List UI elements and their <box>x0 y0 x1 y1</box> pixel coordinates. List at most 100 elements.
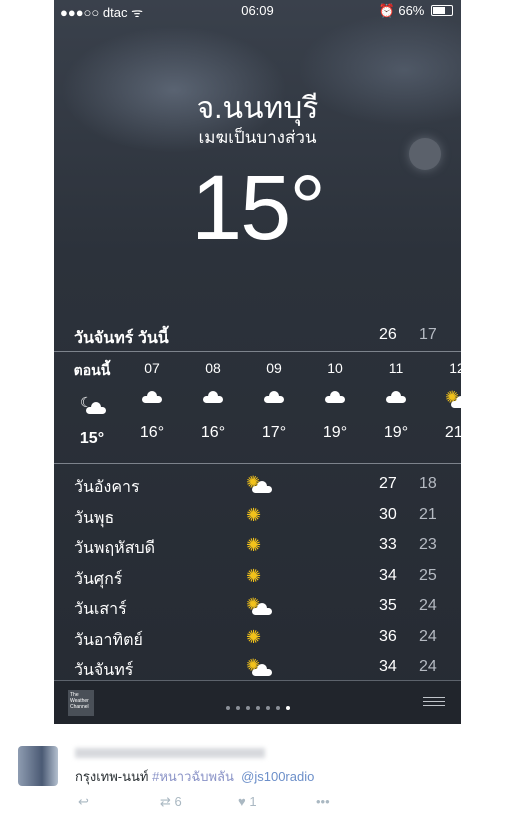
daily-row: วันเสาร์ ✺ 35 24 <box>74 594 454 625</box>
hourly-item: 07 16° <box>122 352 182 442</box>
day-high: 36 <box>379 627 397 645</box>
alarm-icon: ⏰ <box>378 3 395 18</box>
hourly-forecast[interactable]: ตอนนี้ ☾ 15° 07 16° 08 16° 09 17° 10 19° 11 19° 12 ✺ 21… <box>54 352 461 462</box>
page-dot[interactable] <box>285 706 290 710</box>
hour-icon-wrap: ☾ <box>62 394 122 416</box>
hour-temp: 21° <box>444 424 461 441</box>
day-low: 24 <box>419 658 437 675</box>
partly-sunny-icon: ✺ <box>445 388 461 408</box>
day-low: 18 <box>419 475 437 492</box>
hour-label: 08 <box>205 360 221 376</box>
tweet-text: กรุงเทพ-นนท์ #หนาวฉับพลัน @js100radio <box>75 766 314 787</box>
battery-percent: 66% <box>398 3 425 18</box>
divider <box>54 463 461 464</box>
daily-row: วันอาทิตย์ ✺ 36 24 <box>74 625 454 656</box>
page-dot[interactable] <box>255 706 260 710</box>
day-high: 33 <box>379 536 397 553</box>
like-count: 1 <box>249 794 257 809</box>
day-icon-wrap: ✺ <box>246 628 261 648</box>
reply-icon[interactable]: ↩ <box>78 794 89 810</box>
status-right: ⏰ 66% <box>379 3 453 19</box>
hour-temp: 19° <box>322 424 348 441</box>
heart-icon: ♥ <box>238 794 246 809</box>
bottom-toolbar: The Weather Channel <box>54 680 461 724</box>
hour-label: 09 <box>266 360 282 376</box>
today-label: วันนี้ <box>137 330 169 347</box>
daily-forecast[interactable]: วันอังคาร ✺ 27 18 วันพุธ ✺ 30 21 วันพฤหัสบดี ✺ 33 2… <box>74 472 454 686</box>
day-low: 25 <box>419 566 437 584</box>
sun-icon: ✺ <box>246 626 262 647</box>
hashtag-link[interactable]: #หนาวฉับพลัน <box>152 769 234 784</box>
today-day: วันจันทร์ <box>74 330 134 347</box>
like-button[interactable]: ♥ 1 <box>238 794 257 809</box>
hour-temp: 16° <box>200 424 226 441</box>
day-icon-wrap: ✺ <box>246 536 261 556</box>
hourly-item: 10 19° <box>305 352 365 442</box>
partly-sunny-icon: ✺ <box>246 473 272 493</box>
condition-text: เมฆเป็นบางส่วน <box>198 128 317 147</box>
day-low: 24 <box>419 597 437 614</box>
retweet-count: 6 <box>174 794 182 809</box>
hour-icon-wrap <box>183 390 243 410</box>
battery-icon <box>431 5 453 16</box>
tweet-author-blurred[interactable] <box>75 748 265 758</box>
hour-temp: 19° <box>383 424 409 441</box>
retweet-icon: ⇄ <box>160 794 171 809</box>
hourly-item: ตอนนี้ ☾ 15° <box>62 352 122 448</box>
today-summary: วันจันทร์ วันนี้ 26 17 <box>74 326 461 351</box>
page-dot[interactable] <box>245 706 250 710</box>
day-icon-wrap: ✺ <box>246 595 272 620</box>
page-dot[interactable] <box>265 706 270 710</box>
day-name: วันศุกร์ <box>74 570 123 588</box>
daily-row: วันพุธ ✺ 30 21 <box>74 503 454 534</box>
hour-icon-wrap <box>366 390 426 410</box>
page-dot[interactable] <box>235 706 240 710</box>
daily-row: วันอังคาร ✺ 27 18 <box>74 472 454 503</box>
today-low: 17 <box>419 326 437 343</box>
partly-sunny-icon: ✺ <box>246 595 272 615</box>
hourly-item: 11 19° <box>366 352 426 442</box>
day-name: วันพุธ <box>74 509 115 527</box>
page-dot[interactable] <box>275 706 280 710</box>
partly-sunny-icon: ✺ <box>246 656 272 676</box>
tweet-body: กรุงเทพ-นนท์ <box>75 769 149 784</box>
hour-temp: 16° <box>139 424 165 441</box>
day-icon-wrap: ✺ <box>246 567 261 587</box>
cloud-icon <box>203 391 223 403</box>
hour-temp: 17° <box>261 424 287 441</box>
list-icon[interactable] <box>423 694 445 709</box>
day-high: 34 <box>379 658 397 675</box>
hour-icon-wrap <box>305 390 365 410</box>
page-dot[interactable] <box>225 706 230 710</box>
more-icon[interactable]: ••• <box>316 794 330 809</box>
page-indicator[interactable] <box>54 697 461 715</box>
weather-screenshot: ●●●○○ dtac ᯤ 06:09 ⏰ 66% จ.นนทบุรี เมฆเป… <box>54 0 461 724</box>
cloud-icon <box>142 391 162 403</box>
day-high: 27 <box>379 475 397 492</box>
day-icon-wrap: ✺ <box>246 656 272 681</box>
current-temperature: 15° <box>190 157 326 259</box>
cloud-icon <box>386 391 406 403</box>
day-name: วันพฤหัสบดี <box>74 540 156 557</box>
hour-icon-wrap: ✺ <box>427 388 461 410</box>
mention-link[interactable]: @js100radio <box>241 769 314 784</box>
hour-icon-wrap <box>244 390 304 410</box>
daily-row: วันศุกร์ ✺ 34 25 <box>74 564 454 595</box>
hour-label: 12 <box>449 360 461 376</box>
status-bar: ●●●○○ dtac ᯤ 06:09 ⏰ 66% <box>54 0 461 22</box>
day-high: 30 <box>379 505 397 523</box>
day-low: 23 <box>419 536 437 553</box>
day-name: วันอาทิตย์ <box>74 631 143 649</box>
avatar[interactable] <box>18 746 58 786</box>
day-high: 35 <box>379 597 397 614</box>
sun-icon: ✺ <box>246 535 262 555</box>
today-high: 26 <box>379 326 397 343</box>
moon-cloud-icon: ☾ <box>80 394 106 414</box>
hour-label: 10 <box>327 360 343 376</box>
retweet-button[interactable]: ⇄ 6 <box>160 794 182 810</box>
day-name: วันเสาร์ <box>74 601 127 618</box>
hourly-item: 09 17° <box>244 352 304 442</box>
day-low: 24 <box>419 627 437 645</box>
cloud-icon <box>264 391 284 403</box>
day-name: วันอังคาร <box>74 479 140 496</box>
